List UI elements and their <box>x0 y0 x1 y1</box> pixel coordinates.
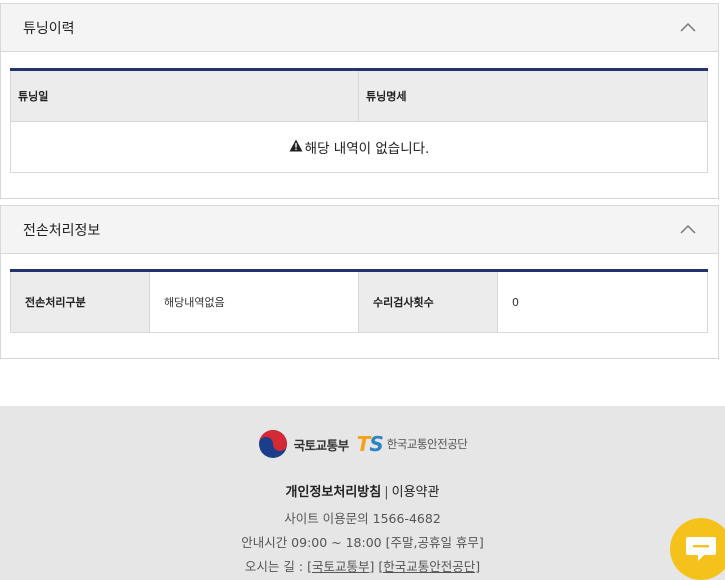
total-loss-header[interactable]: 전손처리정보 <box>1 206 718 254</box>
kotsa-logo-text: 한국교통안전공단 <box>386 437 468 451</box>
footer: 국토교통부 TS 한국교통안전공단 개인정보처리방침 | 이용약관 사이트 이용문의… <box>0 406 725 580</box>
ts-mark-s: S <box>369 432 383 456</box>
business-hours-text: 안내시간 09:00 ~ 18:00 [주말,공휴일 휴무] <box>241 535 484 550</box>
privacy-policy-link[interactable]: 개인정보처리방침 <box>286 485 382 500</box>
chat-button[interactable] <box>670 518 725 580</box>
chevron-up-icon[interactable] <box>678 18 698 38</box>
directions-molit-link[interactable]: [국토교통부] <box>307 559 374 574</box>
chat-bubble-icon <box>686 537 716 561</box>
directions-kotsa-link[interactable]: [한국교통안전공단] <box>378 559 480 574</box>
tuning-history-table: 튜닝일 튜닝명세 해당 내역이 없습니다. <box>10 68 708 173</box>
taegeuk-emblem-icon <box>258 430 287 458</box>
directions-line: 오시는 길 : [국토교통부] [한국교통안전공단] <box>0 556 725 575</box>
total-loss-type-value: 해당내역없음 <box>150 272 359 332</box>
repair-inspection-count-label: 수리검사횟수 <box>359 272 498 332</box>
column-header-tuning-date: 튜닝일 <box>11 71 359 121</box>
molit-logo-text: 국토교통부 <box>293 437 350 453</box>
directions-label: 오시는 길 : <box>244 559 308 574</box>
footer-separator: | <box>384 485 389 500</box>
ts-mark: TS <box>356 432 384 456</box>
table-row: 전손처리구분 해당내역없음 수리검사횟수 0 <box>10 272 708 333</box>
repair-inspection-count-value: 0 <box>498 272 707 332</box>
molit-logo[interactable]: 국토교통부 <box>258 429 349 459</box>
empty-state-message: 해당 내역이 없습니다. <box>304 141 430 157</box>
terms-of-use-link[interactable]: 이용약관 <box>392 485 440 500</box>
page: 튜닝이력 튜닝일 튜닝명세 해당 내역이 없습니다. 전손처리정보 전손처리구분… <box>0 0 725 580</box>
total-loss-title: 전손처리정보 <box>23 222 101 239</box>
total-loss-type-label: 전손처리구분 <box>11 272 150 332</box>
ts-mark-t: T <box>356 432 371 456</box>
column-header-tuning-details: 튜닝명세 <box>366 90 407 103</box>
chevron-up-icon[interactable] <box>678 220 698 240</box>
total-loss-table: 전손처리구분 해당내역없음 수리검사횟수 0 <box>10 269 708 333</box>
tuning-history-title: 튜닝이력 <box>23 20 75 37</box>
warning-icon <box>289 139 303 156</box>
tuning-history-header[interactable]: 튜닝이력 <box>1 4 718 52</box>
empty-state-row: 해당 내역이 없습니다. <box>10 122 708 173</box>
footer-logos: 국토교통부 TS 한국교통안전공단 <box>0 429 725 459</box>
table-header-row: 튜닝일 튜닝명세 <box>10 71 708 122</box>
site-inquiry-text: 사이트 이용문의 1566-4682 <box>284 511 441 526</box>
kotsa-logo[interactable]: TS 한국교통안전공단 <box>357 432 468 456</box>
footer-links: 개인정보처리방침 | 이용약관 <box>0 481 725 500</box>
